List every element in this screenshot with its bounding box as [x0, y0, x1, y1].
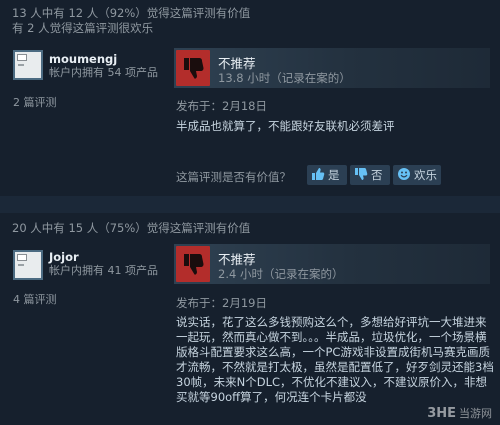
- watermark-logo: 3HE 当游网: [427, 405, 492, 421]
- review-card: 20 人中有 15 人（75%）觉得这篇评测有价值 Jojor 帐户内拥有 41…: [0, 213, 500, 425]
- thumbs-down-icon: [355, 168, 368, 180]
- smiley-icon: [398, 168, 410, 180]
- products-owned[interactable]: 帐户内拥有 54 项产品: [49, 66, 159, 80]
- helpful-summary: 13 人中有 12 人（92%）觉得这篇评测有价值: [12, 6, 251, 20]
- helpful-prompt: 这篇评测是否有价值？: [176, 170, 291, 184]
- watermark-site: 当游网: [459, 407, 492, 420]
- avatar[interactable]: [13, 50, 43, 80]
- vote-no-button[interactable]: 否: [350, 165, 390, 185]
- review-divider: [0, 196, 500, 213]
- avatar[interactable]: [13, 250, 43, 280]
- thumbs-up-icon: [312, 168, 325, 180]
- funny-summary: 有 2 人觉得这篇评测很欢乐: [12, 21, 154, 35]
- author-name[interactable]: Jojor: [49, 250, 79, 264]
- posted-date: 发布于：2月19日: [176, 296, 267, 310]
- helpful-summary: 20 人中有 15 人（75%）觉得这篇评测有价值: [12, 221, 251, 235]
- review-text: 半成品也就算了，不能跟好友联机必须差评: [176, 119, 395, 133]
- review-count[interactable]: 2 篇评测: [13, 94, 57, 110]
- hours-played: 13.8 小时（记录在案的）: [218, 71, 351, 85]
- author-name[interactable]: moumengj: [49, 52, 117, 66]
- products-owned[interactable]: 帐户内拥有 41 项产品: [49, 264, 159, 278]
- review-text: 说实话，花了这么多钱预购这么个，多想给好评坑一大堆进来一起玩，然而真心做不到。。…: [176, 315, 494, 404]
- verdict-box[interactable]: 不推荐 13.8 小时（记录在案的）: [174, 48, 490, 88]
- vote-yes-label: 是: [328, 168, 340, 182]
- thumbs-down-icon: [176, 246, 210, 282]
- vote-funny-label: 欢乐: [414, 168, 437, 182]
- vote-no-label: 否: [371, 168, 383, 182]
- watermark-brand: 3HE: [427, 406, 456, 421]
- vote-funny-button[interactable]: 欢乐: [393, 165, 441, 185]
- hours-played: 2.4 小时（记录在案的）: [218, 267, 344, 281]
- verdict-box[interactable]: 不推荐 2.4 小时（记录在案的）: [174, 244, 490, 284]
- reviews-page: 13 人中有 12 人（92%）觉得这篇评测有价值 有 2 人觉得这篇评测很欢乐…: [0, 0, 500, 425]
- posted-date: 发布于：2月18日: [176, 99, 267, 113]
- review-count[interactable]: 4 篇评测: [13, 291, 57, 307]
- review-card: 13 人中有 12 人（92%）觉得这篇评测有价值 有 2 人觉得这篇评测很欢乐…: [0, 0, 500, 196]
- vote-yes-button[interactable]: 是: [307, 165, 347, 185]
- thumbs-down-icon: [176, 50, 210, 86]
